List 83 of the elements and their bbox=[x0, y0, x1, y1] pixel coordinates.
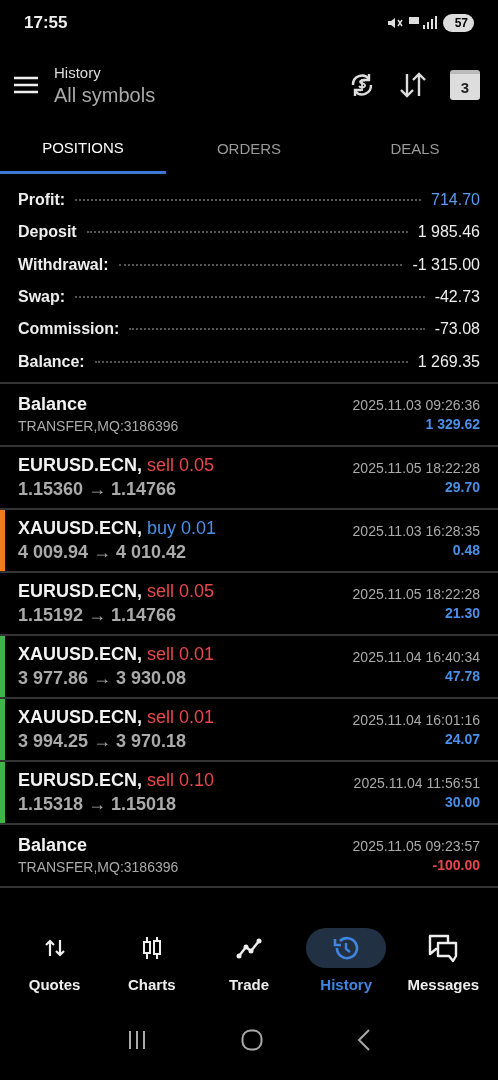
symbol-label: EURUSD.ECN, bbox=[18, 769, 142, 791]
record-amount: -100.00 bbox=[432, 856, 480, 873]
summary-label: Withdrawal: bbox=[18, 255, 109, 274]
record-amount: 24.07 bbox=[444, 730, 480, 747]
price-range: 1.15192 → 1.14766 bbox=[18, 604, 178, 626]
trade-volume: sell 0.05 bbox=[147, 580, 215, 602]
history-row[interactable]: EURUSD.ECN, sell 0.05 1.15192 → 1.14766 2025.11.05 18:22:28 21.30 bbox=[0, 572, 498, 636]
record-title: Balance bbox=[18, 394, 89, 416]
record-time: 2025.11.04 16:01:16 bbox=[352, 711, 480, 728]
summary-label: Balance: bbox=[18, 352, 85, 371]
tab[interactable]: POSITIONS bbox=[0, 124, 166, 174]
summary-label: Deposit bbox=[18, 223, 77, 242]
mute-icon bbox=[386, 16, 403, 30]
summary-value: -73.08 bbox=[434, 320, 480, 339]
record-comment: TRANSFER,MQ:3186396 bbox=[18, 418, 179, 435]
price-range: 1.15318 → 1.15018 bbox=[18, 793, 178, 815]
history-row[interactable]: EURUSD.ECN, sell 0.05 1.15360 → 1.14766 2025.11.05 18:22:28 29.70 bbox=[0, 446, 498, 510]
history-row[interactable]: Balance TRANSFER,MQ:3186396 2025.11.03 09:26:36 1 329.62 bbox=[0, 383, 498, 447]
summary-value: 1 269.35 bbox=[417, 352, 480, 371]
record-amount: 47.78 bbox=[444, 667, 480, 684]
menu-icon[interactable] bbox=[14, 76, 38, 94]
chat-bubbles-icon bbox=[427, 933, 460, 963]
price-range: 3 977.86 → 3 930.08 bbox=[18, 667, 188, 689]
history-row[interactable]: XAUUSD.ECN, sell 0.01 3 977.86 → 3 930.08 2025.11.04 16:40:34 47.78 bbox=[0, 635, 498, 699]
symbol-filter[interactable]: All symbols bbox=[54, 83, 326, 107]
nav-tab[interactable]: History bbox=[298, 918, 395, 1008]
symbol-label: XAUUSD.ECN, bbox=[18, 643, 142, 665]
record-time: 2025.11.05 18:22:28 bbox=[352, 585, 480, 602]
tab[interactable]: DEALS bbox=[332, 124, 498, 174]
record-time: 2025.11.03 16:28:35 bbox=[352, 522, 480, 539]
record-amount: 29.70 bbox=[444, 478, 480, 495]
summary-label: Commission: bbox=[18, 320, 120, 339]
price-range: 4 009.94 → 4 010.42 bbox=[18, 541, 188, 563]
sort-icon[interactable] bbox=[398, 72, 428, 98]
record-time: 2025.11.04 11:56:51 bbox=[353, 774, 480, 791]
trade-volume: sell 0.10 bbox=[147, 769, 215, 791]
record-amount: 21.30 bbox=[444, 604, 480, 621]
record-title: Balance bbox=[18, 835, 89, 857]
symbol-label: XAUUSD.ECN, bbox=[18, 517, 142, 539]
history-row[interactable]: Balance TRANSFER,MQ:3186396 2025.11.05 09:23:57 -100.00 bbox=[0, 824, 498, 888]
record-time: 2025.11.05 18:22:28 bbox=[352, 459, 480, 476]
battery-indicator: 57 bbox=[442, 14, 474, 32]
calendar-button[interactable]: 3 bbox=[450, 70, 480, 100]
record-amount: 30.00 bbox=[444, 793, 480, 810]
history-icon bbox=[333, 935, 360, 961]
candlestick-icon bbox=[140, 936, 163, 960]
record-time: 2025.11.04 16:40:34 bbox=[352, 648, 480, 665]
home-icon[interactable] bbox=[241, 1029, 263, 1051]
symbol-label: XAUUSD.ECN, bbox=[18, 706, 142, 728]
status-time: 17:55 bbox=[24, 13, 68, 33]
trade-volume: buy 0.01 bbox=[147, 517, 217, 539]
history-row[interactable]: EURUSD.ECN, sell 0.10 1.15318 → 1.15018 2025.11.04 11:56:51 30.00 bbox=[0, 761, 498, 825]
nav-tab[interactable]: Messages bbox=[395, 918, 492, 1008]
up-down-arrows-icon bbox=[43, 938, 66, 958]
nav-tab[interactable]: Quotes bbox=[6, 918, 103, 1008]
tab[interactable]: ORDERS bbox=[166, 124, 332, 174]
record-amount: 1 329.62 bbox=[425, 415, 480, 432]
trade-volume: sell 0.01 bbox=[147, 706, 215, 728]
back-icon[interactable] bbox=[357, 1029, 371, 1051]
recent-apps-icon[interactable] bbox=[127, 1030, 147, 1050]
history-row[interactable]: XAUUSD.ECN, buy 0.01 4 009.94 → 4 010.42 2025.11.03 16:28:35 0.48 bbox=[0, 509, 498, 573]
trade-volume: sell 0.05 bbox=[147, 454, 215, 476]
summary-label: Swap: bbox=[18, 288, 66, 307]
nav-tab[interactable]: Charts bbox=[103, 918, 200, 1008]
history-row[interactable]: XAUUSD.ECN, sell 0.01 3 994.25 → 3 970.18 2025.11.04 16:01:16 24.07 bbox=[0, 698, 498, 762]
symbol-label: EURUSD.ECN, bbox=[18, 580, 142, 602]
record-time: 2025.11.03 09:26:36 bbox=[352, 396, 480, 413]
record-comment: TRANSFER,MQ:3186396 bbox=[18, 859, 179, 876]
line-chart-icon bbox=[235, 937, 262, 959]
symbol-label: EURUSD.ECN, bbox=[18, 454, 142, 476]
record-amount: 0.48 bbox=[452, 541, 480, 558]
nav-tab[interactable]: Trade bbox=[200, 918, 297, 1008]
screen-title: History bbox=[54, 63, 102, 81]
record-time: 2025.11.05 09:23:57 bbox=[352, 837, 480, 854]
price-range: 3 994.25 → 3 970.18 bbox=[18, 730, 188, 752]
summary-value: -42.73 bbox=[434, 288, 480, 307]
price-range: 1.15360 → 1.14766 bbox=[18, 478, 178, 500]
summary-value: -1 315.00 bbox=[412, 255, 480, 274]
trade-volume: sell 0.01 bbox=[147, 643, 215, 665]
summary-value: 1 985.46 bbox=[417, 223, 480, 242]
summary-value: 714.70 bbox=[431, 191, 480, 210]
signal-icon bbox=[408, 16, 437, 30]
summary-label: Profit: bbox=[18, 191, 66, 210]
